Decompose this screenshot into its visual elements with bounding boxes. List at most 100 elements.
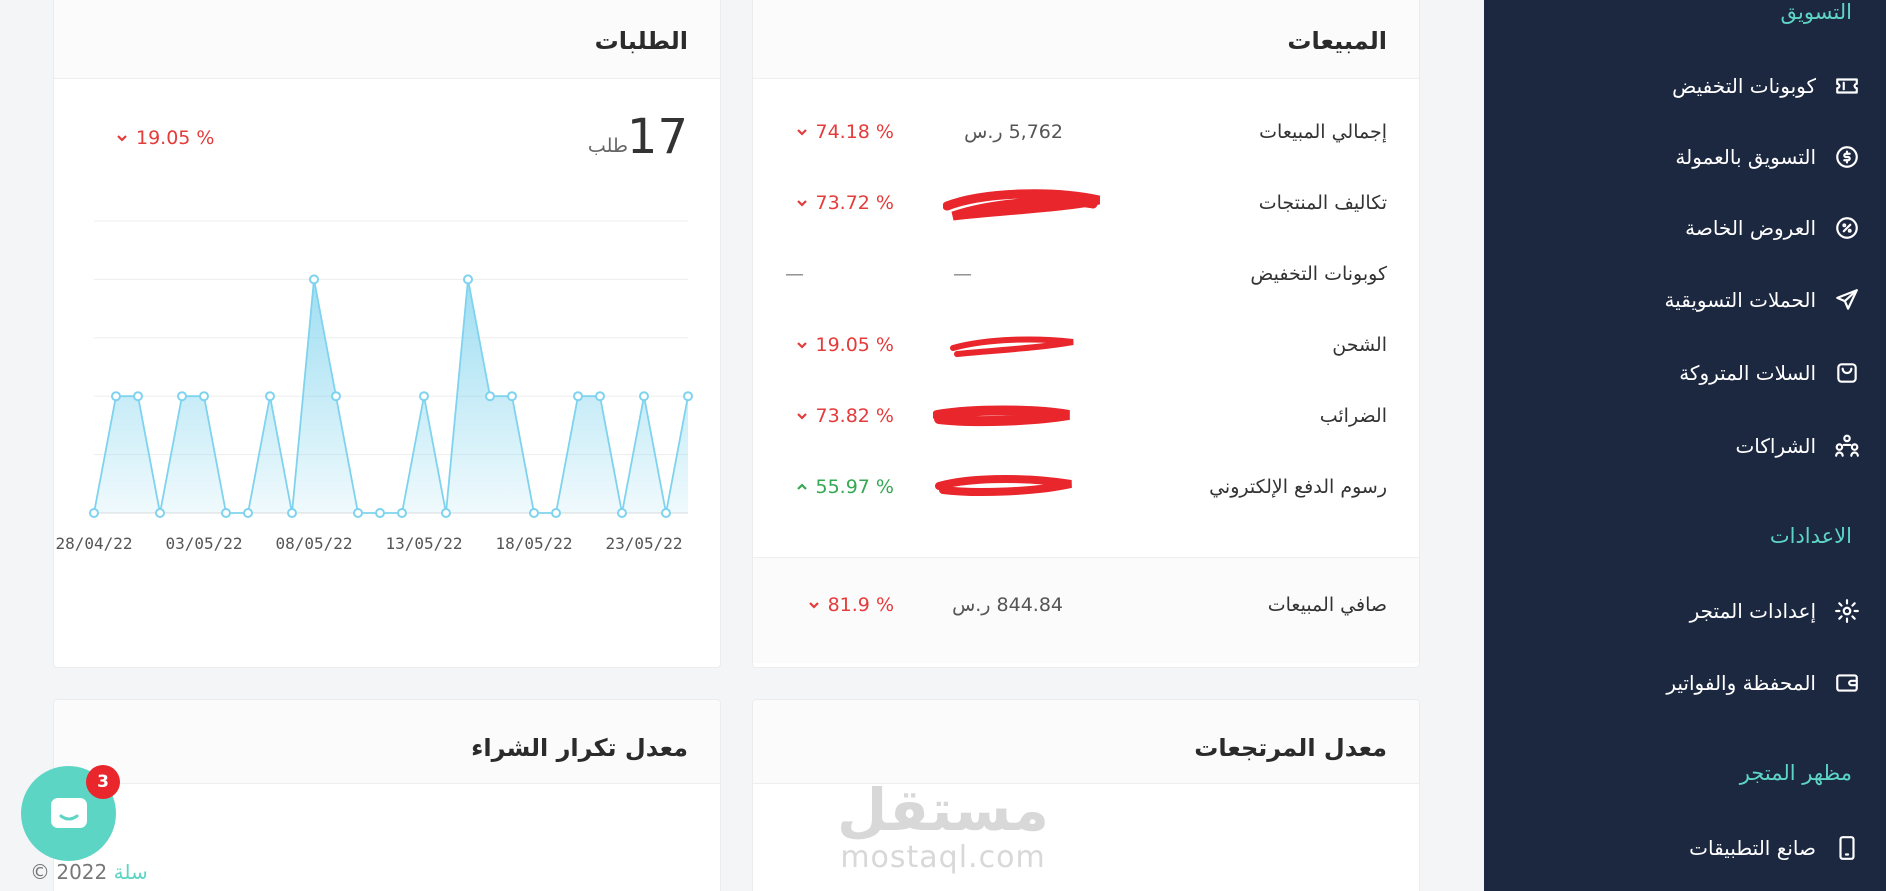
- wallet-icon: [1834, 670, 1860, 696]
- x-tick-label: 13/05/22: [385, 534, 462, 553]
- data-point[interactable]: [353, 508, 363, 518]
- sidebar-item-coupons[interactable]: كوبونات التخفيض: [1620, 66, 1860, 106]
- sidebar-item-affiliate[interactable]: التسويق بالعمولة: [1620, 137, 1860, 177]
- watermark: مستقل mostaql.com: [828, 780, 1058, 875]
- x-tick-label: 28/04/22: [55, 534, 132, 553]
- sidebar: التسويق كوبونات التخفيض التسويق بالعمولة…: [1484, 0, 1886, 891]
- row-percent: 73.72 %: [796, 192, 894, 214]
- row-label: رسوم الدفع الإلكتروني: [1209, 476, 1387, 498]
- data-point[interactable]: [639, 391, 649, 402]
- section-title-store-look: مظهر المتجر: [1739, 761, 1852, 785]
- chevron-down-icon: [796, 192, 807, 207]
- sidebar-item-label: التسويق بالعمولة: [1675, 145, 1816, 169]
- data-point[interactable]: [111, 391, 121, 402]
- chat-icon: [50, 797, 87, 828]
- data-point[interactable]: [485, 391, 495, 402]
- basket-icon: [1834, 360, 1860, 386]
- sales-row-total: إجمالي المبيعات 5,762 ر.س 74.18 %: [753, 113, 1419, 153]
- row-percent: 19.05 %: [796, 334, 894, 356]
- data-point[interactable]: [199, 391, 209, 402]
- data-point[interactable]: [155, 508, 165, 518]
- data-point[interactable]: [89, 508, 99, 518]
- sidebar-item-label: العروض الخاصة: [1685, 216, 1816, 240]
- data-point[interactable]: [133, 391, 143, 402]
- data-point[interactable]: [441, 508, 451, 518]
- sidebar-item-app-builder[interactable]: صانع التطبيقات: [1620, 828, 1860, 868]
- data-point[interactable]: [595, 391, 605, 402]
- sales-card: المبيعات إجمالي المبيعات 5,762 ر.س 74.18…: [752, 0, 1420, 668]
- row-label: كوبونات التخفيض: [1250, 263, 1387, 285]
- chevron-down-icon: [796, 121, 807, 136]
- data-point[interactable]: [221, 508, 231, 518]
- send-icon: [1834, 287, 1860, 313]
- row-label: الشحن: [1332, 334, 1387, 356]
- data-point[interactable]: [331, 391, 341, 402]
- redaction-scribble: [950, 336, 1074, 357]
- net-sales-label: صافي المبيعات: [1267, 594, 1387, 616]
- sidebar-item-label: الحملات التسويقية: [1664, 288, 1816, 312]
- repeat-purchase-card: معدل تكرار الشراء: [53, 699, 721, 891]
- row-label: إجمالي المبيعات: [1259, 121, 1387, 143]
- redaction-scribble: [943, 189, 1100, 221]
- orders-card: الطلبات 17 طلب 19.05 % 28/04/22 03/05/22 0…: [53, 0, 721, 668]
- data-point[interactable]: [243, 508, 253, 518]
- gear-icon: [1834, 598, 1860, 624]
- footer-brand-link[interactable]: سلة: [114, 860, 148, 884]
- sidebar-item-label: المحفظة والفواتير: [1666, 671, 1816, 695]
- sidebar-item-label: السلات المتروكة: [1679, 361, 1816, 385]
- chevron-up-icon: [796, 476, 807, 490]
- ticket-icon: [1834, 73, 1860, 99]
- orders-chart: 28/04/22 03/05/22 08/05/22 13/05/22 18/05/22…: [55, 220, 693, 553]
- sidebar-item-abandoned-carts[interactable]: السلات المتروكة: [1620, 353, 1860, 393]
- data-point[interactable]: [309, 274, 319, 285]
- sales-title: المبيعات: [1287, 27, 1387, 55]
- row-label: الضرائب: [1319, 405, 1387, 427]
- data-point[interactable]: [573, 391, 583, 402]
- sidebar-item-label: إعدادات المتجر: [1689, 599, 1816, 623]
- sales-card-header: المبيعات: [753, 0, 1419, 79]
- data-point[interactable]: [177, 391, 187, 402]
- row-percent: 74.18 %: [796, 121, 894, 143]
- x-tick-label: 03/05/22: [165, 534, 242, 553]
- data-point[interactable]: [617, 508, 627, 518]
- phone-icon: [1834, 835, 1860, 861]
- data-point[interactable]: [287, 508, 297, 518]
- data-point[interactable]: [683, 391, 693, 402]
- data-point[interactable]: [419, 391, 429, 402]
- chat-unread-badge: 3: [86, 765, 120, 799]
- row-percent: —: [785, 263, 804, 285]
- sidebar-item-store-settings[interactable]: إعدادات المتجر: [1620, 591, 1860, 631]
- data-point[interactable]: [463, 274, 473, 285]
- row-percent: 55.97 %: [796, 476, 894, 498]
- sidebar-item-wallet[interactable]: المحفظة والفواتير: [1620, 663, 1860, 703]
- chevron-down-icon: [796, 405, 807, 420]
- data-point[interactable]: [265, 391, 275, 402]
- row-label: تكاليف المنتجات: [1258, 192, 1387, 214]
- dollar-coin-icon: [1834, 144, 1860, 170]
- sidebar-item-special-offers[interactable]: العروض الخاصة: [1620, 208, 1860, 248]
- section-title-marketing: التسويق: [1780, 0, 1852, 24]
- watermark-arabic: مستقل: [836, 776, 1050, 844]
- returns-card-header: معدل المرتجعات: [753, 700, 1419, 784]
- data-point[interactable]: [661, 508, 671, 518]
- data-point[interactable]: [529, 508, 539, 518]
- sales-row-shipping: الشحن 19.05 %: [753, 326, 1419, 366]
- sidebar-item-partnerships[interactable]: الشراكات: [1620, 426, 1860, 466]
- net-sales-value: 844.84 ر.س: [952, 594, 1063, 616]
- row-value: 5,762 ر.س: [964, 121, 1063, 143]
- repeat-title: معدل تكرار الشراء: [471, 734, 688, 762]
- data-point[interactable]: [375, 508, 385, 518]
- section-title-settings: الاعدادات: [1769, 524, 1852, 548]
- sidebar-item-label: كوبونات التخفيض: [1672, 74, 1816, 98]
- x-tick-label: 18/05/22: [495, 534, 572, 553]
- sidebar-item-label: الشراكات: [1735, 434, 1816, 458]
- sidebar-item-campaigns[interactable]: الحملات التسويقية: [1620, 280, 1860, 320]
- watermark-english: mostaql.com: [840, 840, 1046, 875]
- data-point[interactable]: [551, 508, 561, 518]
- data-point[interactable]: [507, 391, 517, 402]
- chevron-down-icon: [808, 594, 819, 609]
- sales-row-product-costs: تكاليف المنتجات 73.72 %: [753, 184, 1419, 224]
- net-sales-percent: 81.9 %: [808, 594, 894, 616]
- data-point[interactable]: [397, 508, 407, 518]
- redaction-scribble: [933, 405, 1070, 427]
